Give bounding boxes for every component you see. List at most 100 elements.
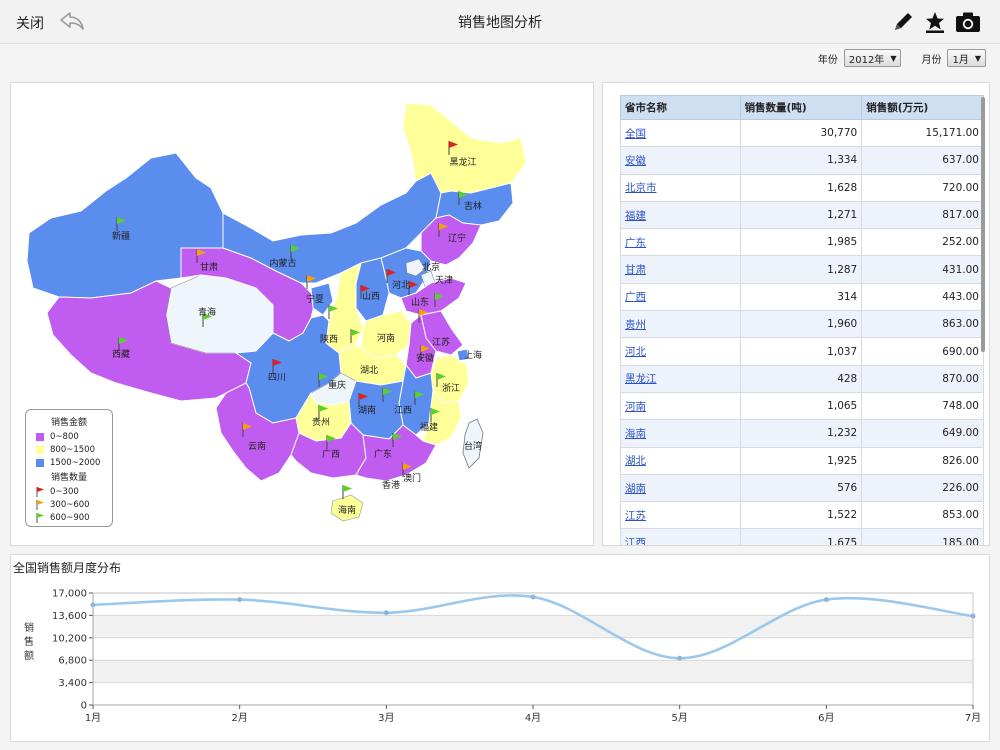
map-region-label: 宁夏: [306, 293, 324, 305]
legend-amount-title: 销售金额: [50, 418, 87, 428]
legend-label: 0~800: [50, 431, 79, 442]
cell-sales-qty: 1,271: [739, 200, 863, 230]
star-download-icon[interactable]: [922, 9, 948, 35]
cell-sales-amount: 863.00: [861, 310, 984, 339]
back-arrow-icon[interactable]: [58, 9, 86, 33]
region-link[interactable]: 黑龙江: [625, 373, 657, 385]
region-link[interactable]: 福建: [625, 210, 646, 222]
cell-region-name: 河北: [620, 337, 741, 366]
map-region-label: 山西: [362, 291, 380, 302]
table-scrollbar[interactable]: [981, 97, 985, 352]
cell-sales-amount: 853.00: [861, 501, 984, 530]
cell-region-name: 安徽: [620, 146, 741, 175]
column-header-amount[interactable]: 销售额(万元): [861, 95, 984, 120]
cell-sales-amount: 226.00: [861, 473, 984, 503]
data-point[interactable]: [383, 610, 389, 616]
map-region-label: 内蒙古: [269, 257, 296, 269]
x-tick-label: 5月: [671, 712, 687, 724]
chart-grid-band: [93, 615, 973, 638]
y-axis-label: 售: [24, 635, 34, 648]
y-axis-label: 销: [24, 621, 34, 634]
region-link[interactable]: 全国: [625, 128, 646, 140]
region-link[interactable]: 贵州: [625, 319, 646, 331]
cell-sales-amount: 185.00: [861, 528, 984, 545]
x-tick-label: 6月: [818, 712, 834, 724]
data-point[interactable]: [970, 613, 976, 619]
map-region-label: 河北: [392, 279, 410, 291]
legend-amount-item: 800~1500: [32, 443, 106, 456]
cell-sales-qty: 30,770: [739, 118, 863, 148]
column-header-qty[interactable]: 销售数量(吨): [739, 95, 863, 120]
pencil-icon[interactable]: [890, 9, 916, 35]
map-region-label: 湖南: [358, 404, 376, 416]
region-link[interactable]: 海南: [625, 428, 646, 440]
cell-sales-amount: 870.00: [861, 364, 984, 393]
map-panel: 黑龙江 吉林 辽宁 内蒙古 新疆 甘肃 青海 宁夏 陕西 山西 河北 北京 天津 山东 河南 江苏 上海 安徽 湖北…: [10, 82, 594, 546]
year-select[interactable]: 2012年 ▼: [843, 49, 902, 67]
region-link[interactable]: 湖南: [625, 483, 646, 495]
cell-region-name: 河南: [620, 391, 741, 421]
map-region-label: 海南: [338, 504, 356, 516]
year-label: 年份: [817, 54, 838, 66]
map-region-label: 新疆: [112, 230, 130, 242]
data-point[interactable]: [90, 602, 96, 608]
map-region-label: 福建: [420, 421, 438, 433]
y-tick-label: 6,800: [58, 656, 87, 667]
y-tick-label: 17,000: [52, 589, 87, 600]
table-row: 湖北 1,925 826.00: [620, 446, 984, 475]
map-region-label: 甘肃: [200, 261, 218, 273]
column-header-name[interactable]: 省市名称: [620, 95, 741, 120]
x-tick-label: 7月: [965, 712, 981, 724]
map-legend: 销售金额 0~800 800~1500 1500~2000 销售数量 0~300…: [25, 409, 113, 527]
cell-region-name: 广西: [620, 282, 741, 312]
cell-sales-qty: 1,675: [739, 528, 863, 545]
region-link[interactable]: 广西: [625, 291, 646, 303]
map-region-label: 湖北: [360, 365, 378, 376]
region-link[interactable]: 江西: [625, 537, 646, 545]
close-button[interactable]: 关闭: [16, 13, 44, 33]
region-link[interactable]: 安徽: [625, 155, 646, 167]
page-title: 销售地图分析: [458, 15, 542, 31]
map-region-label: 陕西: [320, 333, 338, 345]
region-link[interactable]: 河北: [625, 346, 646, 358]
cell-sales-amount: 649.00: [861, 419, 984, 448]
map-region-label: 云南: [248, 440, 266, 452]
data-point[interactable]: [237, 597, 243, 603]
data-point[interactable]: [677, 655, 683, 661]
cell-sales-amount: 817.00: [861, 200, 984, 230]
green-flag-icon: [36, 512, 44, 523]
table-row: 黑龙江 428 870.00: [620, 364, 984, 393]
region-link[interactable]: 广东: [625, 237, 646, 249]
cell-sales-qty: 1,925: [739, 446, 863, 475]
table-row: 湖南 576 226.00: [620, 473, 984, 503]
map-region-label: 浙江: [442, 382, 460, 394]
cell-sales-qty: 1,232: [739, 419, 863, 448]
region-link[interactable]: 北京市: [625, 182, 657, 194]
dropdown-arrow-icon: ▼: [974, 53, 981, 63]
cell-region-name: 广东: [620, 228, 741, 257]
orange-flag-icon: [36, 499, 44, 510]
cell-sales-qty: 1,628: [739, 173, 863, 202]
data-point[interactable]: [823, 597, 829, 603]
y-tick-label: 0: [81, 701, 87, 712]
cell-sales-qty: 1,065: [739, 391, 863, 421]
region-link[interactable]: 江苏: [625, 510, 646, 522]
data-point[interactable]: [530, 594, 536, 600]
camera-icon[interactable]: [954, 9, 982, 35]
table-row: 广东 1,985 252.00: [620, 228, 984, 257]
plot-frame: [92, 592, 974, 706]
region-link[interactable]: 河南: [625, 401, 646, 413]
month-label: 月份: [921, 54, 942, 66]
legend-count-item: 0~300: [32, 485, 106, 498]
y-tick-label: 3,400: [58, 678, 87, 689]
legend-swatch-yellow: [36, 445, 44, 454]
y-tick-label: 13,600: [52, 611, 87, 622]
map-region-label: 河南: [377, 332, 395, 344]
table-row: 广西 314 443.00: [620, 282, 984, 312]
month-select[interactable]: 1月 ▼: [947, 49, 986, 67]
region-link[interactable]: 湖北: [625, 455, 646, 467]
map-region-label: 江苏: [432, 336, 450, 348]
cell-sales-amount: 15,171.00: [861, 118, 984, 148]
region-link[interactable]: 甘肃: [625, 264, 646, 276]
legend-swatch-purple: [36, 432, 44, 441]
